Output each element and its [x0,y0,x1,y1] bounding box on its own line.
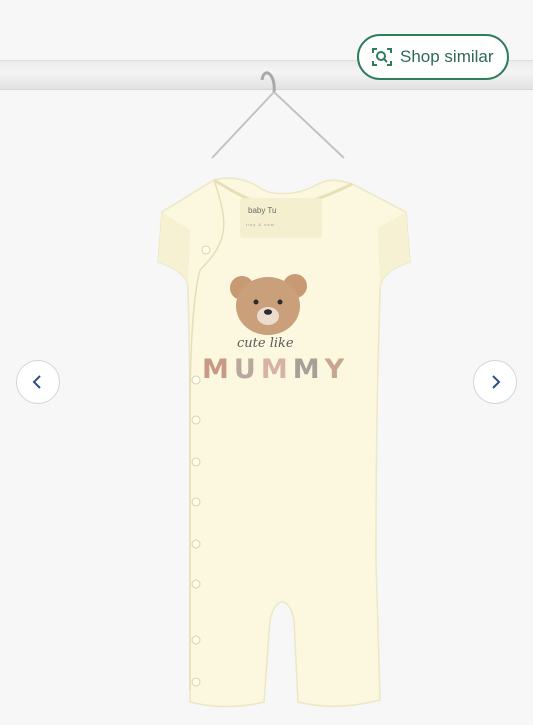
hanger-hook [260,71,276,93]
previous-image-button[interactable] [16,360,60,404]
snap-button [191,497,201,507]
headline-letter: M [292,354,325,385]
headline-letter: M [260,354,293,385]
chevron-left-icon [32,375,41,389]
snap-button [191,579,201,589]
snap-button [191,415,201,425]
shop-similar-button[interactable]: Shop similar [357,34,509,80]
print-headline: MUMMY [202,354,349,385]
snap-button [191,635,201,645]
headline-letter: M [202,354,234,385]
snap-button [191,677,201,687]
image-search-icon [372,48,392,66]
snap-button [191,539,201,549]
product-image-viewer: baby Tu tiny & new cute like MUMMY Shop … [0,0,533,725]
neck-label [240,198,322,238]
garment-tag-subtitle: tiny & new [246,222,275,227]
print-script-text: cute like [237,336,294,351]
next-image-button[interactable] [473,360,517,404]
romper-body [157,177,411,708]
snap-button [191,375,201,385]
snap-button [201,245,211,255]
headline-letter: Y [324,354,350,385]
shop-similar-label: Shop similar [400,47,494,66]
hanger-arms [211,91,345,159]
snap-button [191,457,201,467]
headline-letter: U [233,354,261,385]
chevron-right-icon [492,375,501,389]
garment-tag-brand: baby Tu [248,206,277,215]
